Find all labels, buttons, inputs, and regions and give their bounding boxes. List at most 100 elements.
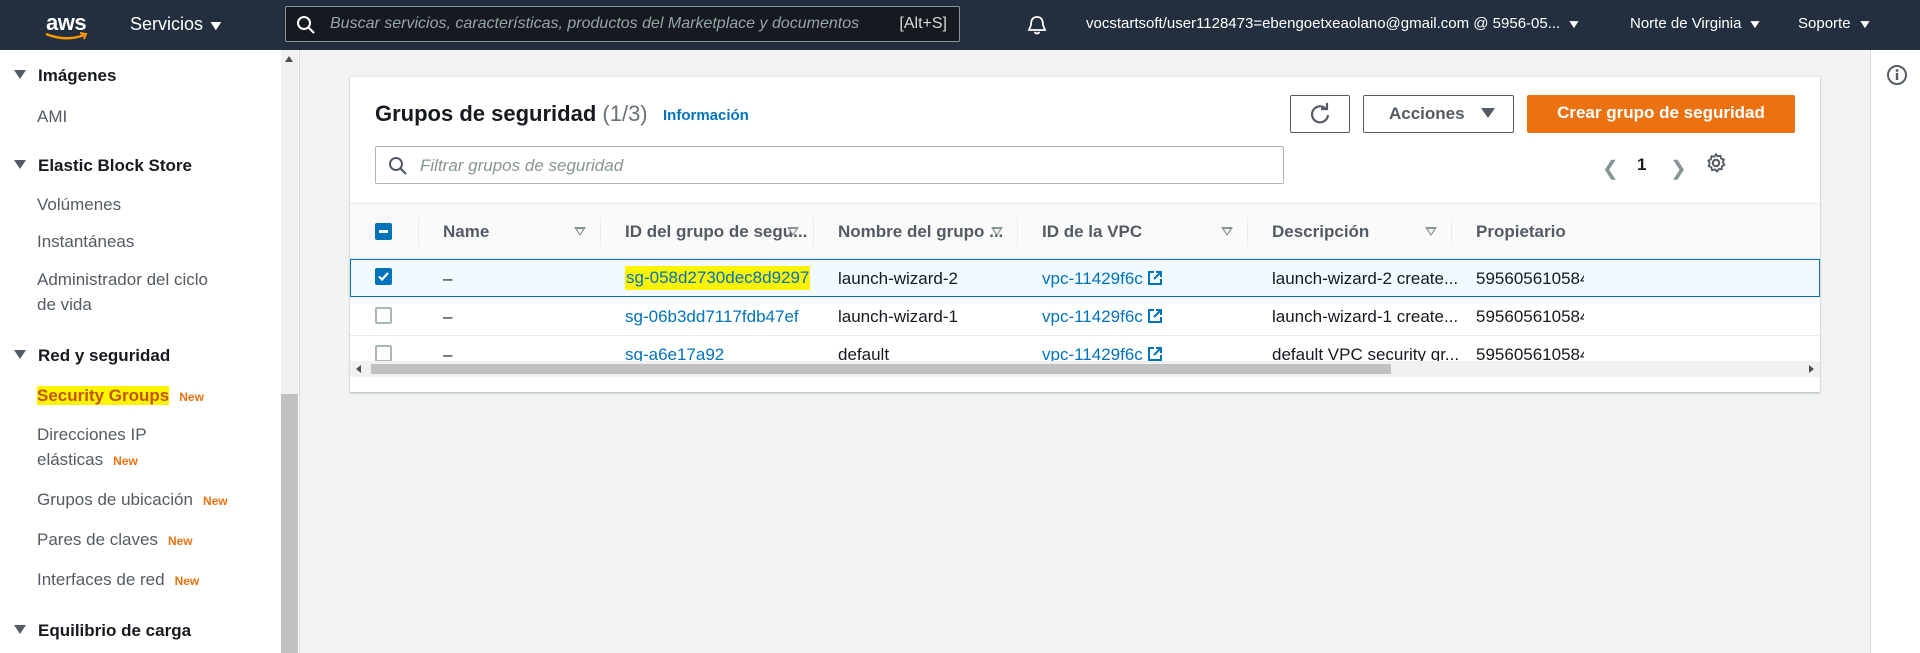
sidebar-item-security-groups[interactable]: Security Groups New: [37, 383, 204, 410]
refresh-button[interactable]: [1290, 95, 1350, 133]
region-menu-button[interactable]: Norte de Virginia ▼: [1630, 15, 1764, 32]
sidebar-section-equilibrio-de-carga[interactable]: Equilibrio de carga: [14, 621, 191, 641]
sidebar-section-label: Red y seguridad: [38, 346, 171, 365]
sort-icon[interactable]: [787, 227, 799, 236]
sidebar-item-ami[interactable]: AMI: [37, 104, 67, 129]
next-page-icon[interactable]: ❯: [1670, 156, 1687, 181]
sidebar-item-label: Pares de claves: [37, 530, 158, 549]
sidebar-item-label: Volúmenes: [37, 195, 122, 214]
account-menu-button[interactable]: vocstartsoft/user1128473=ebengoetxeaolan…: [1086, 15, 1582, 32]
table-scrollbar-thumb[interactable]: [371, 364, 1391, 374]
collapse-triangle-icon: [14, 350, 26, 359]
sidebar-item-volumenes[interactable]: Volúmenes: [37, 192, 121, 217]
caret-down-icon: [1480, 108, 1495, 118]
select-all-checkbox[interactable]: [375, 223, 392, 240]
table-row[interactable]: – sg-058d2730dec8d9297 launch-wizard-2 v…: [350, 259, 1820, 297]
info-icon[interactable]: [1886, 64, 1908, 86]
region-label: Norte de Virginia: [1630, 15, 1742, 32]
collapse-triangle-icon: [14, 160, 26, 169]
caret-down-icon: ▼: [1747, 17, 1764, 31]
search-icon: [297, 16, 315, 34]
page-title: Grupos de seguridad (1/3): [375, 101, 648, 127]
sidebar-item-elastic-ips[interactable]: Direcciones IP elásticas New: [37, 422, 147, 474]
security-groups-table: Name ID del grupo de segu... Nombre del …: [350, 203, 1820, 383]
cell-group-id-link[interactable]: sg-058d2730dec8d9297: [625, 266, 811, 290]
global-search-input[interactable]: Buscar servicios, características, produ…: [285, 6, 960, 42]
scroll-left-arrow-icon[interactable]: [356, 365, 361, 373]
external-link-icon: [1147, 309, 1162, 323]
scroll-up-arrow-icon[interactable]: [285, 56, 293, 62]
panel-title-text: Grupos de seguridad: [375, 101, 597, 126]
cell-vpc-id-link[interactable]: vpc-11429f6c: [1042, 307, 1163, 327]
gear-icon[interactable]: [1704, 151, 1728, 175]
column-header-group-id[interactable]: ID del grupo de segu...: [625, 222, 807, 242]
previous-page-icon[interactable]: ❮: [1602, 156, 1619, 181]
cell-name: –: [443, 269, 453, 288]
sort-icon[interactable]: [574, 227, 586, 236]
vpc-id-text: vpc-11429f6c: [1042, 269, 1143, 288]
cell-group-name: launch-wizard-1: [838, 307, 958, 326]
search-icon: [389, 157, 407, 175]
external-link-icon: [1147, 271, 1162, 285]
help-panel-rail: [1870, 50, 1920, 653]
actions-dropdown-button[interactable]: Acciones: [1363, 95, 1514, 133]
column-header-description[interactable]: Descripción: [1272, 222, 1369, 242]
sidebar-section-imagenes[interactable]: Imágenes: [14, 66, 116, 86]
security-groups-panel: Grupos de seguridad (1/3) Información Ac…: [350, 76, 1820, 392]
sort-icon[interactable]: [991, 227, 1003, 236]
actions-label: Acciones: [1389, 104, 1465, 123]
sidebar-item-label: Interfaces de red: [37, 570, 165, 589]
sidebar-item-instantaneas[interactable]: Instantáneas: [37, 229, 134, 254]
services-label: Servicios: [130, 14, 204, 34]
sidebar-item-network-interfaces[interactable]: Interfaces de red New: [37, 567, 199, 594]
caret-down-icon: ▼: [206, 17, 225, 33]
row-checkbox[interactable]: [375, 307, 392, 324]
aws-smile-icon: [45, 32, 88, 40]
sidebar-item-label: Security Groups: [37, 386, 170, 405]
table-row[interactable]: – sg-06b3dd7117fdb47ef launch-wizard-1 v…: [350, 298, 1820, 336]
column-header-vpc-id[interactable]: ID de la VPC: [1042, 222, 1142, 242]
sidebar-section-red-y-seguridad[interactable]: Red y seguridad: [14, 346, 170, 366]
table-horizontal-scrollbar[interactable]: [350, 361, 1820, 377]
sidebar-section-label: Imágenes: [38, 66, 117, 85]
collapse-triangle-icon: [14, 625, 26, 634]
aws-logo[interactable]: aws: [44, 10, 90, 40]
scroll-right-arrow-icon[interactable]: [1809, 365, 1814, 373]
column-header-name[interactable]: Name: [443, 222, 489, 242]
support-menu-button[interactable]: Soporte ▼: [1798, 15, 1872, 32]
bell-icon[interactable]: [1026, 14, 1048, 36]
new-badge: New: [113, 454, 138, 468]
cell-group-id-link[interactable]: sg-06b3dd7117fdb47ef: [625, 307, 799, 327]
info-link[interactable]: Información: [663, 107, 749, 124]
sidebar-section-label: Equilibrio de carga: [38, 621, 192, 640]
sidebar-item-key-pairs[interactable]: Pares de claves New: [37, 527, 193, 554]
new-badge: New: [202, 494, 228, 508]
row-checkbox[interactable]: [375, 345, 392, 362]
sidebar-item-placement-groups[interactable]: Grupos de ubicación New: [37, 487, 228, 514]
cell-name: –: [443, 307, 453, 326]
sidebar-item-label: Direcciones IP: [37, 425, 147, 444]
filter-security-groups-input[interactable]: Filtrar grupos de seguridad: [375, 146, 1284, 184]
column-divider: [1451, 218, 1452, 246]
column-header-group-name[interactable]: Nombre del grupo ...: [838, 222, 1003, 242]
sidebar: Imágenes AMI Elastic Block Store Volúmen…: [0, 50, 300, 653]
current-page-number[interactable]: 1: [1637, 155, 1646, 175]
search-shortcut-hint: [Alt+S]: [899, 15, 947, 32]
top-navigation-bar: aws Servicios ▼ Buscar servicios, caracte…: [0, 0, 1920, 50]
cell-vpc-id-link[interactable]: vpc-11429f6c: [1042, 269, 1163, 289]
sidebar-scrollbar-thumb[interactable]: [281, 394, 298, 653]
cell-description: launch-wizard-2 create...: [1272, 269, 1459, 288]
column-divider: [600, 218, 601, 246]
sidebar-item-lifecycle-manager[interactable]: Administrador del ciclo de vida: [37, 267, 208, 317]
sort-icon[interactable]: [1425, 227, 1437, 236]
column-divider: [1017, 218, 1018, 246]
sidebar-section-elastic-block-store[interactable]: Elastic Block Store: [14, 156, 192, 176]
services-menu-button[interactable]: Servicios ▼: [130, 14, 225, 35]
sidebar-section-label: Elastic Block Store: [38, 156, 193, 175]
filter-placeholder: Filtrar grupos de seguridad: [420, 156, 624, 175]
create-security-group-button[interactable]: Crear grupo de seguridad: [1527, 95, 1795, 133]
cell-description: launch-wizard-1 create...: [1272, 307, 1459, 326]
row-checkbox[interactable]: [375, 268, 392, 285]
sort-icon[interactable]: [1221, 227, 1233, 236]
column-header-owner[interactable]: Propietario: [1476, 222, 1566, 242]
